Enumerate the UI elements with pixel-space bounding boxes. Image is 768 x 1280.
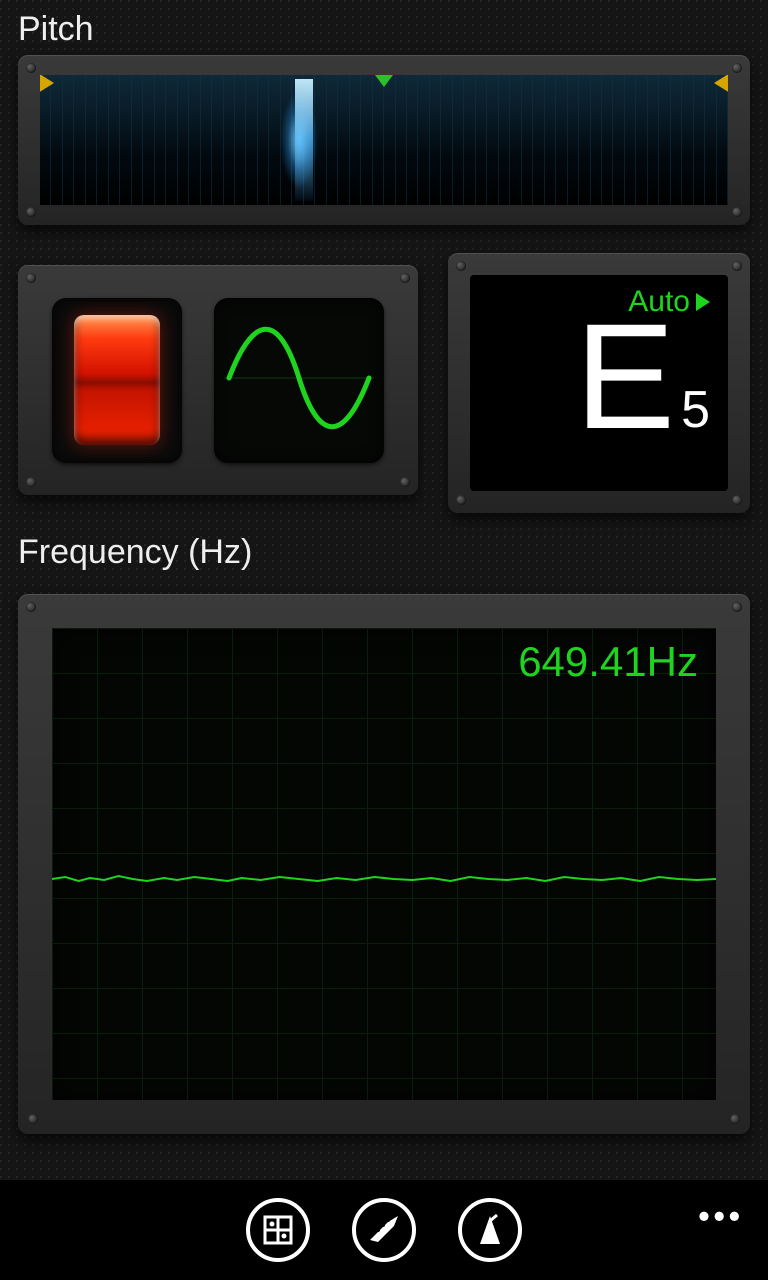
tuner-mode-button[interactable] bbox=[246, 1198, 310, 1262]
sine-wave-icon bbox=[224, 308, 374, 448]
power-rocker-icon bbox=[74, 315, 160, 445]
frequency-readout: 649.41Hz bbox=[518, 638, 698, 686]
pitch-meter bbox=[18, 55, 750, 225]
guitar-mode-button[interactable] bbox=[352, 1198, 416, 1262]
oscilloscope-panel: 649.41Hz bbox=[18, 594, 750, 1134]
oscilloscope-screen: 649.41Hz bbox=[52, 628, 716, 1100]
controls-panel bbox=[18, 265, 418, 495]
power-toggle[interactable] bbox=[52, 298, 182, 463]
flat-marker-icon bbox=[40, 75, 54, 93]
guitar-headstock-icon bbox=[364, 1210, 404, 1250]
waveform-mode-button[interactable] bbox=[214, 298, 384, 463]
waveform-trace bbox=[52, 859, 716, 899]
note-letter: E bbox=[575, 309, 675, 444]
sharp-marker-icon bbox=[714, 75, 728, 93]
note-screen: Auto E 5 bbox=[470, 275, 728, 491]
metronome-icon bbox=[473, 1213, 507, 1247]
frequency-label: Frequency (Hz) bbox=[0, 523, 768, 578]
more-button[interactable]: ••• bbox=[698, 1198, 744, 1235]
center-marker-icon bbox=[372, 75, 396, 87]
app-bar: ••• bbox=[0, 1180, 768, 1280]
note-display-panel[interactable]: Auto E 5 bbox=[448, 253, 750, 513]
pitch-scale bbox=[40, 75, 728, 205]
pitch-label: Pitch bbox=[0, 0, 768, 55]
pitch-indicator bbox=[295, 79, 313, 201]
tuner-icon bbox=[261, 1213, 295, 1247]
note-octave: 5 bbox=[681, 380, 710, 444]
metronome-mode-button[interactable] bbox=[458, 1198, 522, 1262]
